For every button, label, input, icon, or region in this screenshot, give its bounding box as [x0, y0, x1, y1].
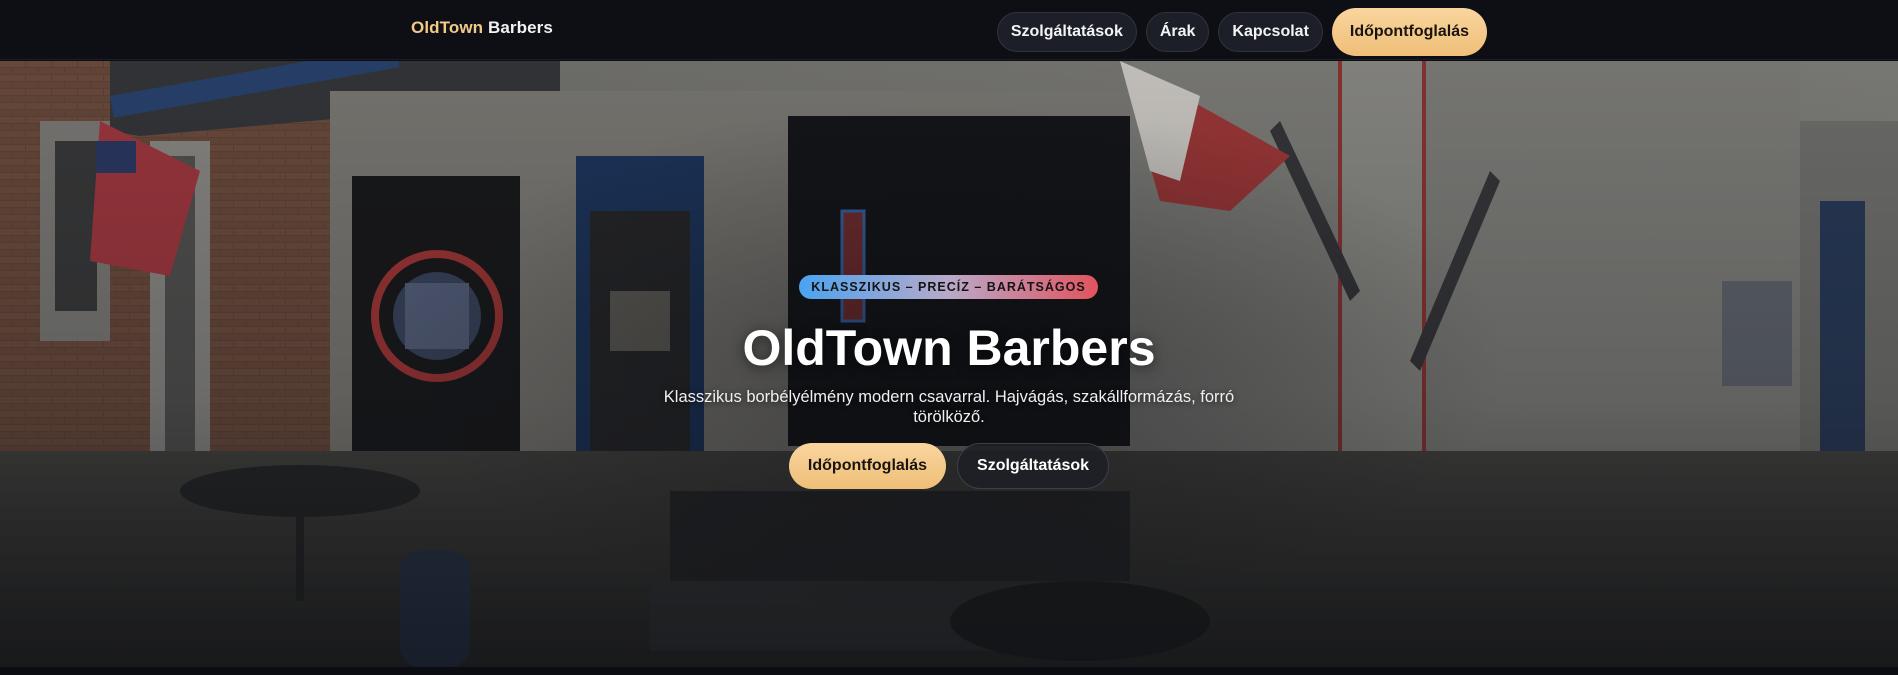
nav-link-services[interactable]: Szolgáltatások	[996, 12, 1137, 52]
hero-booking-button[interactable]: Időpontfoglalás	[788, 443, 947, 489]
hero-section: KLASSZIKUS – PRECÍZ – BARÁTSÁGOS OldTown…	[0, 61, 1898, 667]
nav-links: Szolgáltatások Árak Kapcsolat Időpontfog…	[996, 8, 1487, 56]
brand-logo[interactable]: OldTown Barbers	[411, 18, 553, 38]
hero-actions: Időpontfoglalás Szolgáltatások	[0, 443, 1898, 489]
hero-content: KLASSZIKUS – PRECÍZ – BARÁTSÁGOS OldTown…	[0, 61, 1898, 667]
brand-rest-text: Barbers	[483, 18, 553, 37]
nav-booking-button[interactable]: Időpontfoglalás	[1331, 8, 1487, 56]
hero-title: OldTown Barbers	[742, 320, 1156, 376]
hero-subtitle: Klasszikus borbélyélmény modern csavarra…	[663, 388, 1235, 426]
brand-accent-text: OldTown	[411, 18, 484, 37]
nav-link-prices[interactable]: Árak	[1145, 12, 1210, 52]
top-navbar: OldTown Barbers Szolgáltatások Árak Kapc…	[0, 0, 1898, 60]
hero-services-button[interactable]: Szolgáltatások	[957, 443, 1110, 489]
nav-link-contact[interactable]: Kapcsolat	[1218, 12, 1323, 52]
hero-tagline-badge: KLASSZIKUS – PRECÍZ – BARÁTSÁGOS	[799, 275, 1098, 299]
section-divider	[0, 667, 1898, 675]
